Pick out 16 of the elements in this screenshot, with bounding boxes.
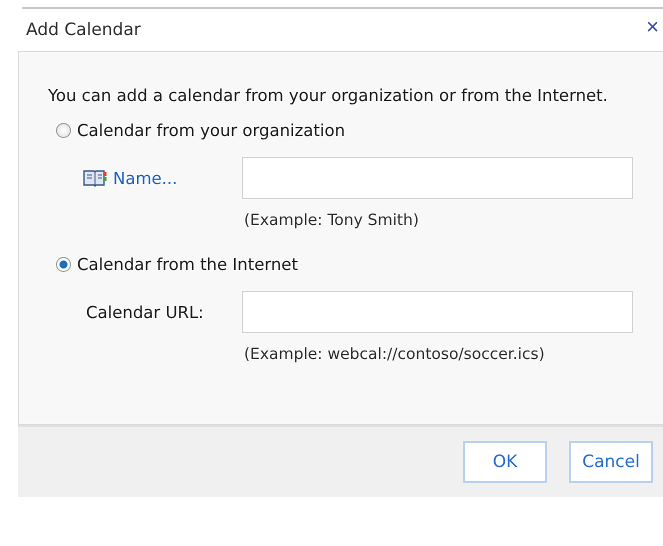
example-text: (Example: webcal://contoso/soccer.ics) [244, 345, 546, 363]
radio-button[interactable] [56, 122, 71, 138]
field-label: Calendar URL: [86, 302, 204, 322]
radio-label: Calendar from your organization [77, 120, 346, 140]
dialog-button[interactable]: Cancel [569, 441, 653, 483]
radio-label: Calendar from the Internet [77, 254, 298, 274]
dialog-button[interactable]: OK [463, 441, 547, 483]
radio-button[interactable] [56, 256, 71, 272]
name-link[interactable]: Name... [113, 168, 178, 188]
address-book-icon[interactable] [83, 169, 107, 187]
example-text: (Example: Tony Smith) [244, 211, 420, 229]
intro-text: You can add a calendar from your organization or from the Internet. [48, 85, 609, 107]
input-field[interactable] [242, 291, 633, 333]
close-button[interactable]: × [642, 16, 663, 44]
dialog-title: Add Calendar [26, 20, 141, 40]
input-field[interactable] [242, 157, 633, 199]
